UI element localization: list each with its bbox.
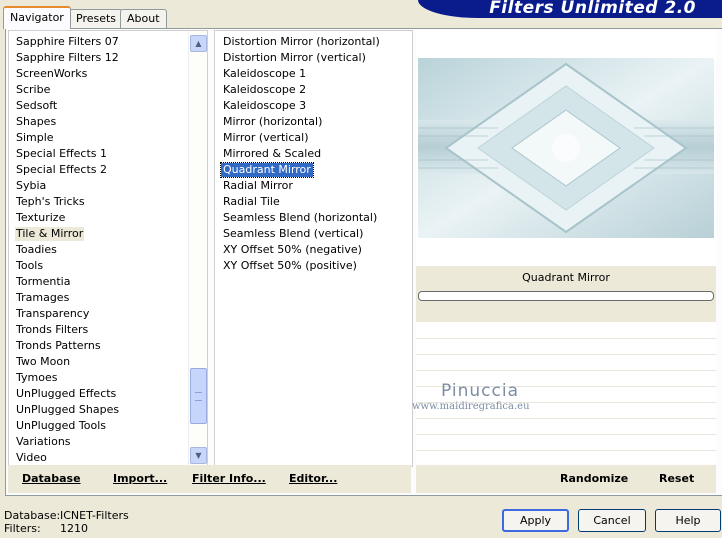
app-title-banner: Filters Unlimited 2.0 (418, 0, 722, 18)
filter-item[interactable]: Seamless Blend (vertical) (221, 227, 365, 241)
filter-item[interactable]: Radial Tile (221, 195, 282, 209)
divider (416, 370, 716, 371)
filter-item[interactable]: Seamless Blend (horizontal) (221, 211, 379, 225)
filter-item[interactable]: Radial Mirror (221, 179, 295, 193)
preview-image (418, 58, 714, 238)
reset-button[interactable]: Reset (659, 472, 694, 485)
tab-presets[interactable]: Presets (69, 9, 124, 28)
tab-navigator[interactable]: Navigator (3, 6, 71, 29)
selected-filter-name: Quadrant Mirror (416, 266, 716, 290)
filter-item[interactable]: Kaleidoscope 3 (221, 99, 308, 113)
watermark-name: Pinuccia (441, 381, 519, 401)
grip-icon (195, 392, 202, 401)
status-database-label: Database: (4, 509, 61, 522)
category-item[interactable]: Teph's Tricks (15, 195, 86, 209)
category-item[interactable]: Toadies (15, 243, 58, 257)
category-item[interactable]: Texturize (15, 211, 66, 225)
list-actions-bar: Database Import... Filter Info... Editor… (8, 465, 411, 493)
database-button[interactable]: Database (22, 472, 81, 485)
filter-item[interactable]: XY Offset 50% (positive) (221, 259, 359, 273)
parameter-area (416, 290, 716, 322)
category-item[interactable]: Tile & Mirror (15, 227, 85, 241)
scroll-up-arrow-icon[interactable]: ▲ (190, 35, 207, 52)
randomize-button[interactable]: Randomize (560, 472, 628, 485)
status-database-value: ICNET-Filters (60, 509, 129, 522)
filter-item[interactable]: Distortion Mirror (horizontal) (221, 35, 382, 49)
category-item[interactable]: ScreenWorks (15, 67, 88, 81)
help-button[interactable]: Help (655, 509, 721, 532)
category-item[interactable]: Special Effects 2 (15, 163, 108, 177)
category-item[interactable]: Tramages (15, 291, 70, 305)
category-item[interactable]: UnPlugged Shapes (15, 403, 120, 417)
category-item[interactable]: Tools (15, 259, 44, 273)
category-item[interactable]: Video (15, 451, 48, 465)
category-item[interactable]: Sedsoft (15, 99, 58, 113)
filter-item[interactable]: Distortion Mirror (vertical) (221, 51, 368, 65)
status-filters-value: 1210 (60, 522, 88, 535)
filter-item[interactable]: Mirror (horizontal) (221, 115, 324, 129)
category-item[interactable]: UnPlugged Tools (15, 419, 107, 433)
category-scrollbar[interactable]: ▲ ▼ (188, 31, 207, 466)
category-item[interactable]: Simple (15, 131, 55, 145)
editor-button[interactable]: Editor... (289, 472, 337, 485)
parameter-slider[interactable] (418, 291, 714, 301)
status-database: Database: ICNET-Filters (4, 509, 129, 522)
tab-about[interactable]: About (120, 9, 167, 28)
category-item[interactable]: Scribe (15, 83, 51, 97)
filter-item[interactable]: Mirrored & Scaled (221, 147, 323, 161)
category-item[interactable]: Two Moon (15, 355, 71, 369)
divider (416, 354, 716, 355)
filter-item[interactable]: XY Offset 50% (negative) (221, 243, 364, 257)
status-filters: Filters: 1210 (4, 522, 88, 535)
category-item[interactable]: Sapphire Filters 12 (15, 51, 120, 65)
category-item[interactable]: Shapes (15, 115, 57, 129)
filter-item[interactable]: Kaleidoscope 1 (221, 67, 308, 81)
apply-button[interactable]: Apply (502, 509, 569, 532)
category-item[interactable]: Variations (15, 435, 72, 449)
cancel-button[interactable]: Cancel (578, 509, 646, 532)
status-filters-label: Filters: (4, 522, 41, 535)
scroll-thumb[interactable] (190, 368, 207, 424)
filter-item[interactable]: Quadrant Mirror (220, 162, 314, 178)
category-item[interactable]: Transparency (15, 307, 90, 321)
category-item[interactable]: Tormentia (15, 275, 71, 289)
preview-actions-bar: Randomize Reset (416, 465, 716, 493)
category-item[interactable]: Tronds Patterns (15, 339, 102, 353)
filter-item[interactable]: Kaleidoscope 2 (221, 83, 308, 97)
filter-item[interactable]: Mirror (vertical) (221, 131, 311, 145)
category-list[interactable]: Sapphire Filters 07 Sapphire Filters 12 Sc… (8, 30, 208, 467)
divider (416, 418, 716, 419)
category-item[interactable]: Tymoes (15, 371, 58, 385)
category-item[interactable]: UnPlugged Effects (15, 387, 117, 401)
divider (416, 450, 716, 451)
divider (416, 338, 716, 339)
category-item[interactable]: Sapphire Filters 07 (15, 35, 120, 49)
watermark-url: www.maidiregrafica.eu (412, 401, 530, 412)
category-item[interactable]: Tronds Filters (15, 323, 89, 337)
category-item[interactable]: Special Effects 1 (15, 147, 108, 161)
scroll-down-arrow-icon[interactable]: ▼ (190, 447, 207, 464)
category-item[interactable]: Sybia (15, 179, 47, 193)
import-button[interactable]: Import... (113, 472, 167, 485)
filter-info-button[interactable]: Filter Info... (192, 472, 266, 485)
filter-list[interactable]: Distortion Mirror (horizontal) Distortion… (214, 30, 413, 467)
divider (416, 434, 716, 435)
